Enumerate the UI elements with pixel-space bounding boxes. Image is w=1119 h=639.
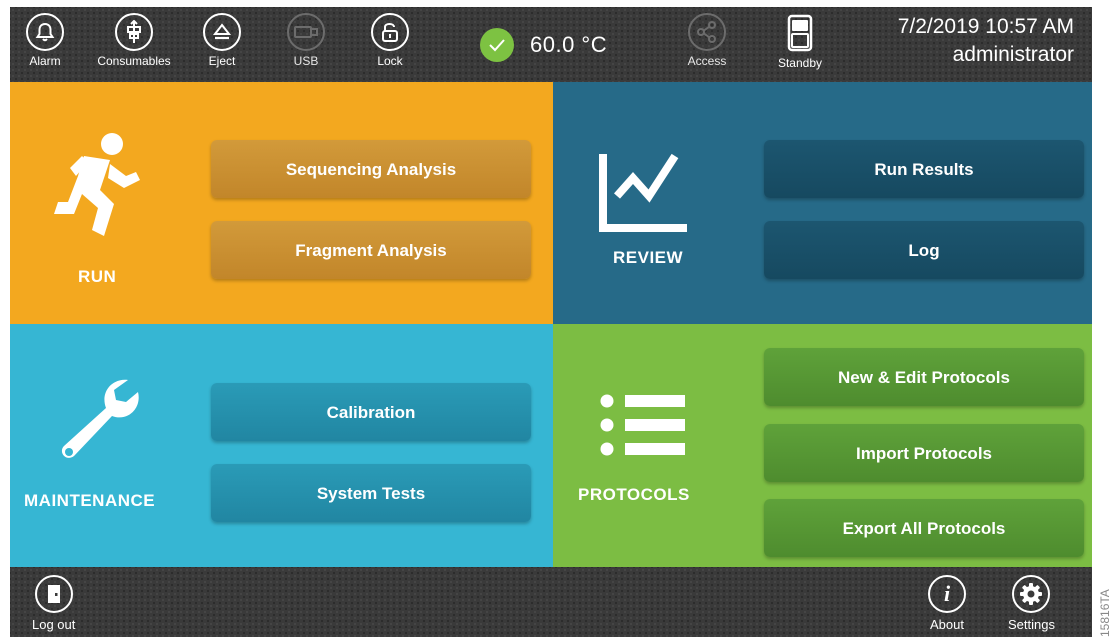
consumables-label: Consumables — [97, 54, 171, 68]
lock-label: Lock — [377, 54, 403, 68]
eject-icon — [203, 13, 241, 51]
system-tests-button[interactable]: System Tests — [211, 464, 531, 522]
fragment-analysis-button[interactable]: Fragment Analysis — [211, 221, 531, 279]
unlock-icon — [371, 13, 409, 51]
date-time: 7/2/2019 10:57 AM — [897, 15, 1074, 38]
standby-label: Standby — [777, 56, 823, 70]
settings-button[interactable]: Settings — [1008, 575, 1055, 632]
run-results-button[interactable]: Run Results — [764, 140, 1084, 198]
sequencing-analysis-button[interactable]: Sequencing Analysis — [211, 140, 531, 198]
calibration-button[interactable]: Calibration — [211, 383, 531, 441]
bell-icon — [26, 13, 64, 51]
usb-button[interactable]: USB — [266, 13, 346, 79]
alarm-label: Alarm — [29, 54, 61, 68]
gear-icon — [1012, 575, 1051, 613]
about-label: About — [930, 617, 964, 632]
standby-button[interactable]: Standby — [760, 13, 840, 79]
run-panel: RUN Sequencing Analysis Fragment Analysi… — [10, 82, 553, 324]
line-chart-icon — [599, 152, 689, 237]
logout-button[interactable]: Log out — [32, 575, 75, 632]
export-all-protocols-button[interactable]: Export All Protocols — [764, 499, 1084, 557]
review-label: REVIEW — [613, 248, 684, 267]
user-name: administrator — [952, 43, 1074, 66]
run-label: RUN — [78, 267, 117, 286]
logout-label: Log out — [32, 617, 76, 632]
protocols-label: PROTOCOLS — [578, 485, 690, 504]
bottom-toolbar: Log out i About Settings — [10, 567, 1092, 637]
new-edit-protocols-button[interactable]: New & Edit Protocols — [764, 348, 1084, 406]
eject-button[interactable]: Eject — [182, 13, 262, 79]
usb-icon — [287, 13, 325, 51]
cartridge-icon — [115, 13, 153, 51]
standby-icon — [780, 13, 820, 53]
door-icon — [34, 575, 73, 613]
log-button[interactable]: Log — [764, 221, 1084, 279]
temperature-value: 60.0 °C — [530, 32, 608, 57]
lock-button[interactable]: Lock — [350, 13, 430, 79]
check-icon — [480, 28, 514, 62]
usb-label: USB — [293, 54, 319, 68]
list-icon — [599, 392, 689, 467]
wrench-icon — [54, 376, 144, 471]
maintenance-panel: MAINTENANCE Calibration System Tests — [10, 324, 553, 567]
alarm-button[interactable]: Alarm — [10, 13, 85, 79]
eject-label: Eject — [208, 54, 236, 68]
import-protocols-button[interactable]: Import Protocols — [764, 424, 1084, 482]
access-label: Access — [687, 54, 727, 68]
temperature-status: 60.0 °C — [480, 25, 607, 65]
datetime-user: 7/2/2019 10:57 AM administrator — [898, 15, 1074, 67]
protocols-panel: PROTOCOLS New & Edit Protocols Import Pr… — [553, 324, 1092, 567]
settings-label: Settings — [1008, 617, 1055, 632]
maintenance-label: MAINTENANCE — [24, 491, 156, 510]
instrument-screen: Alarm Consumables Eject USB Lock 60.0 °C… — [10, 7, 1092, 637]
info-icon: i — [928, 575, 966, 613]
access-button[interactable]: Access — [667, 13, 747, 79]
figure-code: 15816TA — [1098, 589, 1112, 637]
share-icon — [688, 13, 726, 51]
about-button[interactable]: i About — [928, 575, 966, 632]
top-toolbar: Alarm Consumables Eject USB Lock 60.0 °C… — [10, 7, 1092, 82]
review-panel: REVIEW Run Results Log — [553, 82, 1092, 324]
runner-icon — [52, 130, 142, 245]
consumables-button[interactable]: Consumables — [94, 13, 174, 79]
